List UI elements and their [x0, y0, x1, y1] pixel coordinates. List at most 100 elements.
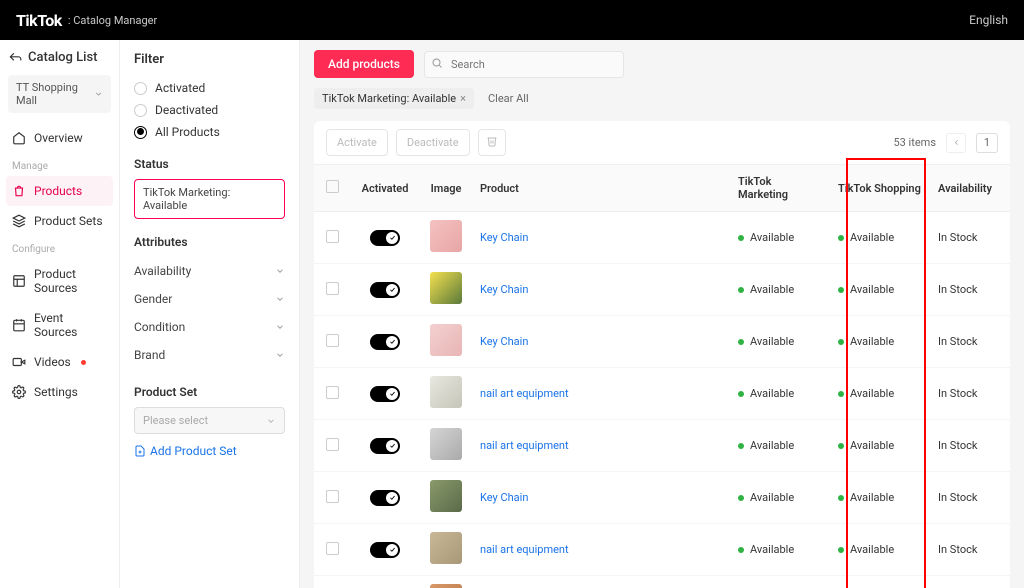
marketing-status: Available	[730, 576, 830, 588]
filter-radio-activated[interactable]: Activated	[134, 81, 285, 95]
nav-event-sources[interactable]: Event Sources	[0, 303, 119, 347]
availability-cell: In Stock	[930, 212, 1010, 264]
attr-availability[interactable]: Availability	[134, 257, 285, 285]
product-link[interactable]: Key Chain	[480, 491, 528, 504]
bulk-activate-button[interactable]: Activate	[326, 129, 388, 156]
status-dot-icon	[738, 235, 744, 241]
filter-radio-all[interactable]: All Products	[134, 125, 285, 139]
filter-title: Filter	[134, 52, 285, 67]
search-input[interactable]	[424, 51, 624, 78]
nav-product-sources[interactable]: Product Sources	[0, 259, 119, 303]
check-icon	[389, 234, 396, 241]
product-thumbnail[interactable]	[430, 480, 462, 512]
filter-chip[interactable]: TikTok Marketing: Available ×	[314, 88, 474, 109]
events-icon	[12, 318, 26, 332]
activated-toggle[interactable]	[370, 438, 400, 454]
product-thumbnail[interactable]	[430, 532, 462, 564]
chevron-down-icon	[275, 294, 285, 304]
sidebar-nav: Catalog List TT Shopping Mall Overview M…	[0, 40, 120, 588]
clear-all-button[interactable]: Clear All	[482, 88, 535, 109]
status-dot-icon	[838, 443, 844, 449]
row-checkbox[interactable]	[326, 542, 339, 555]
shopping-status: Available	[830, 316, 930, 368]
items-count: 53 items	[893, 136, 936, 149]
product-link[interactable]: Key Chain	[480, 231, 528, 244]
attr-brand[interactable]: Brand	[134, 341, 285, 369]
marketing-status: Available	[730, 472, 830, 524]
status-dot-icon	[838, 235, 844, 241]
product-thumbnail[interactable]	[430, 272, 462, 304]
add-products-button[interactable]: Add products	[314, 50, 414, 78]
activated-toggle[interactable]	[370, 490, 400, 506]
radio-icon	[134, 82, 147, 95]
col-activated: Activated	[350, 165, 420, 212]
catalog-list-header[interactable]: Catalog List	[0, 40, 119, 71]
bulk-deactivate-button[interactable]: Deactivate	[396, 129, 470, 156]
add-product-set-link[interactable]: Add Product Set	[134, 444, 285, 458]
page-prev-button[interactable]	[946, 133, 966, 153]
status-dot-icon	[838, 547, 844, 553]
check-icon	[389, 390, 396, 397]
filter-product-set-select[interactable]: Please select	[134, 407, 285, 434]
layers-icon	[12, 214, 26, 228]
marketing-status: Available	[730, 264, 830, 316]
marketing-status: Available	[730, 420, 830, 472]
bulk-delete-button[interactable]	[478, 129, 506, 156]
row-checkbox[interactable]	[326, 386, 339, 399]
nav-overview-label: Overview	[34, 131, 83, 145]
activated-toggle[interactable]	[370, 282, 400, 298]
nav-product-sets[interactable]: Product Sets	[0, 206, 119, 236]
check-icon	[389, 546, 396, 553]
radio-icon	[134, 104, 147, 117]
row-checkbox[interactable]	[326, 282, 339, 295]
product-link[interactable]: Key Chain	[480, 335, 528, 348]
language-selector[interactable]: English	[969, 13, 1008, 27]
nav-settings[interactable]: Settings	[0, 377, 119, 407]
attr-condition[interactable]: Condition	[134, 313, 285, 341]
catalog-list-label: Catalog List	[28, 50, 97, 65]
nav-overview[interactable]: Overview	[0, 123, 119, 153]
product-link[interactable]: nail art equipment	[480, 439, 569, 452]
products-table-card: Activate Deactivate 53 items 1 Activated…	[314, 121, 1010, 588]
status-dot-icon	[838, 391, 844, 397]
product-thumbnail[interactable]	[430, 428, 462, 460]
product-thumbnail[interactable]	[430, 324, 462, 356]
status-dot-icon	[838, 339, 844, 345]
product-link[interactable]: Key Chain	[480, 283, 528, 296]
plus-file-icon	[134, 445, 146, 457]
trash-icon	[486, 135, 498, 147]
activated-toggle[interactable]	[370, 230, 400, 246]
filter-radio-deactivated[interactable]: Deactivated	[134, 103, 285, 117]
check-icon	[389, 494, 396, 501]
page-number[interactable]: 1	[976, 133, 998, 153]
activated-toggle[interactable]	[370, 334, 400, 350]
catalog-dropdown[interactable]: TT Shopping Mall	[8, 75, 111, 113]
shopping-status: Available	[830, 212, 930, 264]
product-link[interactable]: nail art equipment	[480, 543, 569, 556]
product-link[interactable]: nail art equipment	[480, 387, 569, 400]
product-thumbnail[interactable]	[430, 584, 462, 588]
nav-products[interactable]: Products	[6, 176, 113, 206]
sources-icon	[12, 274, 26, 288]
table-row: nail art equipmentAvailableAvailableIn S…	[314, 524, 1010, 576]
close-icon[interactable]: ×	[460, 92, 466, 105]
attr-gender[interactable]: Gender	[134, 285, 285, 313]
notification-dot	[81, 360, 86, 365]
activated-toggle[interactable]	[370, 386, 400, 402]
row-checkbox[interactable]	[326, 334, 339, 347]
nav-product-sources-label: Product Sources	[34, 267, 107, 295]
filter-chip-label: TikTok Marketing: Available	[322, 92, 456, 105]
filter-status-select[interactable]: TikTok Marketing: Available	[134, 179, 285, 219]
product-thumbnail[interactable]	[430, 376, 462, 408]
activated-toggle[interactable]	[370, 542, 400, 558]
availability-cell: In Stock	[930, 420, 1010, 472]
row-checkbox[interactable]	[326, 230, 339, 243]
main-content: Add products TikTok Marketing: Available…	[300, 40, 1024, 588]
row-checkbox[interactable]	[326, 438, 339, 451]
product-thumbnail[interactable]	[430, 220, 462, 252]
status-dot-icon	[738, 547, 744, 553]
products-table: Activated Image Product TikTok Marketing…	[314, 165, 1010, 588]
nav-videos[interactable]: Videos	[0, 347, 119, 377]
select-all-checkbox[interactable]	[326, 180, 339, 193]
row-checkbox[interactable]	[326, 490, 339, 503]
